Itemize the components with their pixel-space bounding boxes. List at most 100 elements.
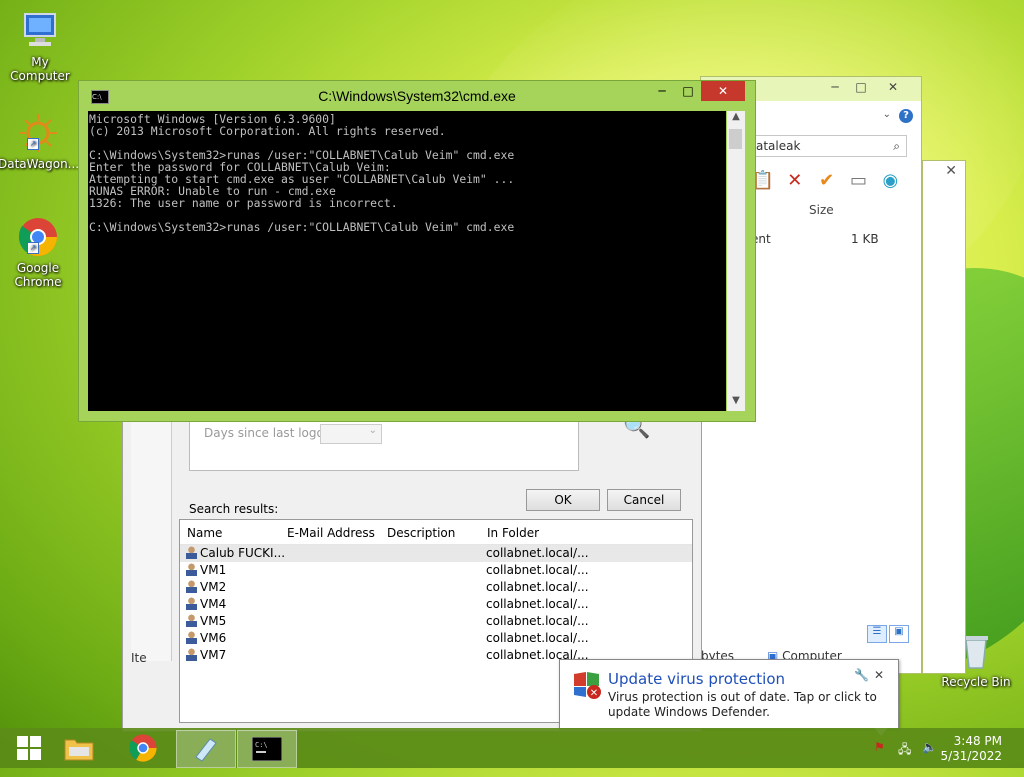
view-toggle: ☰ ▣ — [867, 623, 911, 643]
table-row[interactable]: VM6 collabnet.local/... — [180, 630, 692, 647]
row-folder: collabnet.local/... — [486, 614, 589, 628]
close-button[interactable]: ✕ — [881, 80, 905, 96]
chrome-icon: ↗ — [17, 216, 59, 258]
minimize-button[interactable]: ─ — [823, 80, 847, 96]
user-icon — [186, 597, 197, 610]
help-icon[interactable]: ? — [899, 109, 913, 123]
taskbar-cmd[interactable]: C:\ — [237, 730, 297, 768]
cmd-titlebar[interactable]: C:\ C:\Windows\System32\cmd.exe ─ □ ✕ — [79, 81, 755, 111]
cmd-window[interactable]: C:\ C:\Windows\System32\cmd.exe ─ □ ✕ Mi… — [78, 80, 756, 422]
chevron-down-icon[interactable]: ⌄ — [883, 109, 891, 120]
results-header: Name E-Mail Address Description In Folde… — [180, 520, 692, 545]
row-folder: collabnet.local/... — [486, 631, 589, 645]
column-header-name[interactable]: Name — [187, 526, 222, 540]
background-window-edge[interactable]: ✕ — [922, 160, 966, 674]
folder-icon — [64, 739, 94, 761]
svg-text:✕: ✕ — [590, 688, 598, 699]
scroll-down-icon[interactable]: ▼ — [727, 395, 745, 411]
datawagon-icon: ↗ — [17, 112, 59, 154]
desktop-icon-label: DataWagon... — [0, 157, 80, 171]
row-folder: collabnet.local/... — [486, 546, 589, 560]
volume-muted-icon[interactable]: 🔈 — [922, 740, 937, 754]
notification-title: Update virus protection — [608, 670, 786, 688]
taskbar-file-explorer[interactable] — [50, 730, 108, 766]
row-folder: collabnet.local/... — [486, 597, 589, 611]
cmd-icon: C:\ — [251, 736, 283, 762]
ok-button[interactable]: OK — [526, 489, 600, 511]
taskbar-chrome[interactable] — [114, 730, 172, 766]
logon-groupbox: Days since last logon: ⌄ — [189, 421, 579, 471]
close-button[interactable]: ✕ — [701, 81, 745, 101]
console-line: C:\Windows\System32>runas /user:"COLLABN… — [89, 220, 515, 234]
svg-text:C:\: C:\ — [255, 741, 268, 749]
directory-app-icon — [195, 738, 217, 762]
scroll-up-icon[interactable]: ▲ — [727, 111, 745, 127]
days-since-logon-label: Days since last logon: — [204, 426, 336, 440]
row-name: VM2 — [200, 580, 227, 594]
table-row[interactable]: VM2 collabnet.local/... — [180, 579, 692, 596]
table-row[interactable]: Calub FUCKI... collabnet.local/... — [180, 545, 692, 562]
file-row-size: 1 KB — [851, 232, 879, 246]
maximize-button[interactable]: □ — [849, 80, 873, 96]
defender-warning-icon: ✕ — [572, 670, 601, 699]
search-input[interactable]: ataleak ⌕ — [751, 135, 907, 157]
row-name: Calub FUCKI... — [200, 546, 286, 560]
desktop-icon-datawagon[interactable]: ↗ DataWagon... — [0, 112, 80, 171]
close-icon[interactable]: ✕ — [874, 668, 884, 682]
notification-body: Virus protection is out of date. Tap or … — [608, 690, 877, 719]
user-icon — [186, 580, 197, 593]
row-name: VM7 — [200, 648, 227, 662]
table-row[interactable]: VM5 collabnet.local/... — [180, 613, 692, 630]
desktop-icon-label: Recycle Bin — [941, 675, 1011, 689]
search-icon: ⌕ — [893, 139, 900, 153]
cancel-button[interactable]: Cancel — [607, 489, 681, 511]
tiles-view-icon[interactable]: ▣ — [889, 625, 909, 643]
wrench-icon[interactable]: 🔧 — [854, 668, 869, 682]
vertical-scrollbar[interactable]: ▲ ▼ — [727, 111, 745, 411]
minimize-button[interactable]: ─ — [649, 81, 675, 101]
close-icon[interactable]: ✕ — [945, 163, 957, 179]
row-folder: collabnet.local/... — [486, 563, 589, 577]
maximize-button[interactable]: □ — [675, 81, 701, 101]
taskbar: C:\ ⚑ 🖧 🔈 3:48 PM 5/31/2022 — [0, 728, 1024, 768]
search-input-text: ataleak — [756, 139, 801, 153]
taskbar-active-directory[interactable] — [176, 730, 236, 768]
table-row[interactable]: VM1 collabnet.local/... — [180, 562, 692, 579]
explorer-toolbar: 📋 ✕ ✔ ▭ ◉ — [749, 169, 904, 195]
clock-time: 3:48 PM — [953, 734, 1002, 748]
user-icon — [186, 648, 197, 661]
delete-icon[interactable]: ✕ — [781, 169, 809, 193]
notification-balloon[interactable]: ✕ Update virus protection Virus protecti… — [559, 659, 899, 729]
network-icon[interactable]: 🖧 — [898, 740, 911, 761]
properties-icon[interactable]: ▭ — [844, 169, 872, 193]
desktop-icon-label: Google Chrome — [14, 261, 62, 289]
row-name: VM5 — [200, 614, 227, 628]
row-name: VM6 — [200, 631, 227, 645]
details-view-icon[interactable]: ☰ — [867, 625, 887, 643]
desktop-icon-google-chrome[interactable]: ↗ Google Chrome — [0, 216, 78, 289]
console-output[interactable]: Microsoft Windows [Version 6.3.9600] (c) … — [88, 111, 726, 411]
system-clock[interactable]: 3:48 PM 5/31/2022 — [940, 734, 1002, 764]
days-since-logon-select[interactable]: ⌄ — [320, 424, 382, 444]
clock-date: 5/31/2022 — [940, 749, 1002, 763]
computer-icon — [19, 10, 61, 52]
desktop-icon-my-computer[interactable]: My Computer — [0, 10, 80, 83]
table-row[interactable]: VM4 collabnet.local/... — [180, 596, 692, 613]
column-header-description[interactable]: Description — [387, 526, 455, 540]
console-line: 1326: The user name or password is incor… — [89, 196, 398, 210]
column-header-size[interactable]: Size — [809, 203, 834, 217]
dialog-left-panel — [131, 401, 172, 661]
shortcut-arrow-icon: ↗ — [27, 242, 39, 254]
scroll-thumb[interactable] — [729, 129, 742, 149]
globe-icon[interactable]: ◉ — [876, 169, 904, 193]
defender-tray-icon[interactable]: ⚑ — [874, 740, 885, 754]
side-label: Ite — [131, 651, 147, 665]
checkmark-icon[interactable]: ✔ — [813, 169, 841, 193]
user-icon — [186, 614, 197, 627]
column-header-folder[interactable]: In Folder — [487, 526, 539, 540]
row-name: VM1 — [200, 563, 227, 577]
console-line: (c) 2013 Microsoft Corporation. All righ… — [89, 124, 446, 138]
user-icon — [186, 631, 197, 644]
desktop-icon-label: My Computer — [10, 55, 70, 83]
column-header-email[interactable]: E-Mail Address — [287, 526, 375, 540]
